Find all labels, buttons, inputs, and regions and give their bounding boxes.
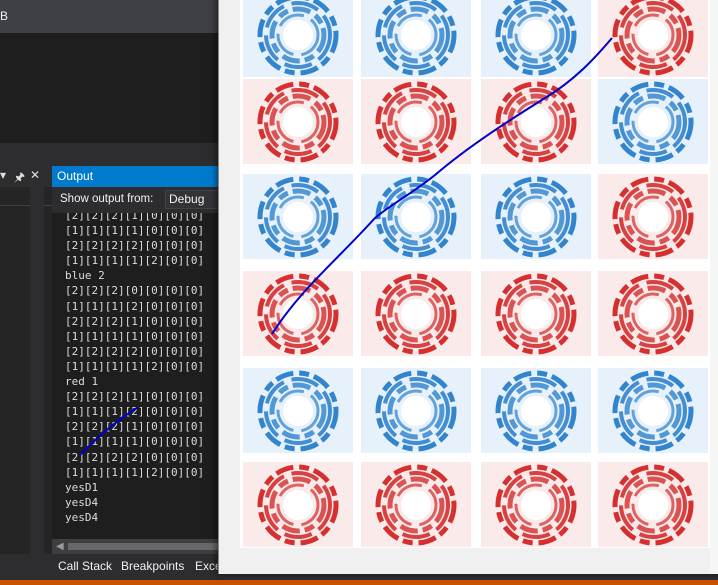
tab-call-stack[interactable]: Call Stack xyxy=(58,559,112,573)
blue-ring-tile[interactable] xyxy=(481,0,591,77)
window-right-edge xyxy=(710,0,718,574)
left-tool-panel[interactable] xyxy=(0,166,52,554)
output-source-select[interactable]: Debug xyxy=(165,190,225,209)
output-line: [1][1][1][1][0][0][0] xyxy=(65,224,205,238)
close-icon[interactable]: ✕ xyxy=(30,168,40,182)
output-line: [2][2][2][0][0][0][0] xyxy=(65,284,205,298)
blue-ring-tile[interactable] xyxy=(481,174,591,259)
tab-breakpoints[interactable]: Breakpoints xyxy=(121,559,184,573)
output-line: [2][2][2][1][0][0][0] xyxy=(65,390,205,404)
output-line: blue 2 xyxy=(65,269,105,283)
blue-ring-tile[interactable] xyxy=(243,368,353,453)
blue-ring-tile[interactable] xyxy=(361,0,471,77)
red-ring-tile[interactable] xyxy=(243,271,353,356)
output-line: [2][2][2][1][0][0][0] xyxy=(65,420,205,434)
output-line: yesD1 xyxy=(65,480,99,494)
pin-icon[interactable]: 🖈 xyxy=(14,168,25,189)
red-ring-tile[interactable] xyxy=(243,462,353,547)
red-ring-tile[interactable] xyxy=(361,271,471,356)
output-horizontal-scrollbar[interactable]: ◀ xyxy=(52,539,222,554)
blue-ring-tile[interactable] xyxy=(243,0,353,77)
output-line: red 1 xyxy=(65,375,99,389)
show-output-from-label: Show output from: xyxy=(60,193,154,205)
blue-ring-tile[interactable] xyxy=(243,174,353,259)
red-ring-tile[interactable] xyxy=(598,271,708,356)
output-line: [2][2][2][2][0][0][0] xyxy=(65,239,205,253)
blue-ring-tile[interactable] xyxy=(598,368,708,453)
output-line: [2][2][2][1][0][0][0] xyxy=(65,314,205,328)
red-ring-tile[interactable] xyxy=(481,79,591,164)
output-line: [1][1][1][1][0][0][0] xyxy=(65,435,205,449)
output-line: yesD4 xyxy=(65,510,99,524)
output-lines: [2][2][2][1][0][0][0] [1][1][1][1][0][0][… xyxy=(65,213,204,525)
scroll-thumb[interactable] xyxy=(68,543,218,550)
output-line: yesD4 xyxy=(65,495,99,509)
ide-title-strip: B xyxy=(0,0,230,33)
red-ring-tile[interactable] xyxy=(598,0,708,77)
scroll-left-icon[interactable]: ◀ xyxy=(56,541,64,552)
ide-title-fragment: B xyxy=(0,9,9,23)
red-ring-tile[interactable] xyxy=(243,79,353,164)
red-ring-tile[interactable] xyxy=(598,462,708,547)
output-line: [1][1][1][2][0][0][0] xyxy=(65,299,205,313)
output-line: [1][1][1][1][0][0][0] xyxy=(65,329,205,343)
blue-ring-tile[interactable] xyxy=(361,368,471,453)
output-line: [2][2][2][2][0][0][0] xyxy=(65,344,205,358)
blue-ring-tile[interactable] xyxy=(598,79,708,164)
red-ring-tile[interactable] xyxy=(481,462,591,547)
output-line: [2][2][2][2][0][0][0] xyxy=(65,450,205,464)
output-line: [1][1][1][2][0][0][0] xyxy=(65,405,205,419)
left-panel-header: ▾ 🖈 ✕ xyxy=(0,166,52,187)
red-ring-tile[interactable] xyxy=(481,271,591,356)
left-panel-scrollbar[interactable] xyxy=(30,187,44,554)
status-bar xyxy=(0,580,718,585)
red-ring-tile[interactable] xyxy=(361,79,471,164)
output-toolbar: Show output from: Debug xyxy=(52,187,225,213)
output-line: [1][1][1][1][2][0][0] xyxy=(65,254,205,268)
red-ring-tile[interactable] xyxy=(361,462,471,547)
dropdown-icon[interactable]: ▾ xyxy=(0,168,6,182)
blue-ring-tile[interactable] xyxy=(361,174,471,259)
output-panel-header[interactable]: Output xyxy=(52,166,222,187)
output-panel-title: Output xyxy=(57,169,94,183)
output-line: [1][1][1][1][2][0][0] xyxy=(65,359,205,373)
red-ring-tile[interactable] xyxy=(598,174,708,259)
blue-ring-tile[interactable] xyxy=(481,368,591,453)
output-text-area[interactable]: [2][2][2][1][0][0][0] [1][1][1][1][0][0][… xyxy=(52,213,222,539)
output-line: [2][2][2][1][0][0][0] xyxy=(65,213,205,222)
left-panel-divider xyxy=(0,205,52,206)
editor-area[interactable] xyxy=(0,33,230,143)
output-line: [1][1][1][1][2][0][0] xyxy=(65,465,205,479)
panel-gap xyxy=(0,143,230,165)
